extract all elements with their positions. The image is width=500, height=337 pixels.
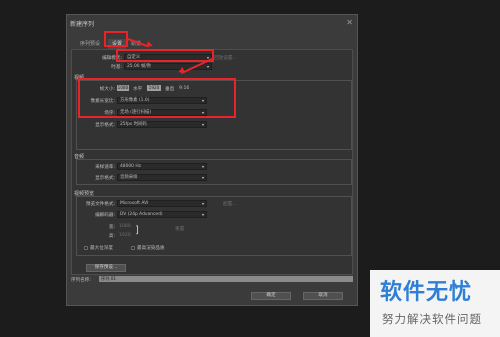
highlight-video-settings — [78, 78, 236, 118]
playback-settings-button[interactable]: 回放设置... — [214, 55, 237, 61]
sequence-name-value: 序列 01 — [101, 276, 117, 281]
ok-button[interactable]: 确定 — [251, 292, 291, 300]
chevron-down-icon: ▾ — [201, 122, 204, 127]
preview-group: 预览文件格式: Microsoft AVI ▾ 配置... 编解码器: DV (… — [76, 196, 352, 256]
dialog-titlebar: 新建序列 ✕ — [67, 15, 357, 31]
reset-button[interactable]: 重置 — [175, 226, 184, 232]
chevron-down-icon: ▾ — [201, 201, 204, 206]
watermark-sub-text: 努力解决软件问题 — [382, 312, 482, 326]
preview-file-format-dropdown[interactable]: Microsoft AVI ▾ — [117, 200, 207, 207]
preview-file-format-value: Microsoft AVI — [120, 201, 149, 206]
chevron-down-icon: ▾ — [201, 175, 204, 180]
preview-width-value: 1080 — [119, 224, 131, 229]
sample-rate-value: 48000 Hz — [120, 164, 141, 169]
preview-height-label: 高: — [108, 234, 115, 239]
video-display-format-label: 显示格式: — [95, 123, 115, 128]
timebase-label: 时基: — [111, 65, 122, 70]
video-display-format-value: 25fps 时间码 — [120, 122, 147, 127]
codec-label: 编解码器: — [95, 213, 115, 218]
audio-display-format-value: 音频采样 — [120, 175, 138, 180]
chevron-down-icon: ▾ — [201, 212, 204, 217]
cancel-button[interactable]: 取消 — [303, 292, 343, 300]
chevron-down-icon: ▾ — [201, 164, 204, 169]
max-bit-depth-checkbox[interactable] — [84, 246, 88, 250]
sample-rate-label: 采样速率: — [95, 165, 115, 170]
highlight-editing-mode — [116, 49, 214, 62]
tab-sequence-presets[interactable]: 序列预设 — [76, 39, 104, 49]
max-bit-depth-label: 最大位深度 — [90, 246, 113, 251]
preview-height-value: 1920 — [119, 233, 131, 238]
codec-dropdown[interactable]: DV (24p Advanced) ▾ — [117, 211, 207, 218]
preview-width-label: 宽: — [108, 225, 115, 230]
link-bracket-icon[interactable]: ] — [135, 225, 139, 236]
configure-button[interactable]: 配置... — [223, 201, 237, 207]
sequence-name-input[interactable]: 序列 01 — [99, 276, 353, 282]
audio-display-format-dropdown[interactable]: 音频采样 ▾ — [117, 174, 207, 181]
dialog-title: 新建序列 — [70, 21, 95, 28]
timebase-value: 25.00 帧/秒 — [127, 64, 152, 69]
chevron-down-icon: ▾ — [206, 64, 209, 69]
save-preset-button[interactable]: 保存预设... — [86, 264, 126, 272]
max-render-quality-checkbox[interactable] — [131, 246, 135, 250]
preview-file-format-label: 预览文件格式: — [85, 202, 115, 207]
highlight-settings-tab — [104, 31, 128, 47]
watermark-main-text: 软件无忧 — [380, 280, 473, 305]
sequence-name-label: 序列名称: — [71, 278, 91, 283]
sample-rate-dropdown[interactable]: 48000 Hz ▾ — [117, 163, 207, 170]
max-render-quality-label: 最高渲染品质 — [137, 246, 165, 251]
audio-group: 采样速率: 48000 Hz ▾ 显示格式: 音频采样 ▾ — [76, 159, 352, 185]
audio-display-format-label: 显示格式: — [95, 176, 115, 181]
codec-value: DV (24p Advanced) — [120, 212, 163, 217]
close-icon[interactable]: ✕ — [346, 18, 353, 27]
video-display-format-dropdown[interactable]: 25fps 时间码 ▾ — [117, 121, 207, 128]
watermark-logo: 软件无忧 努力解决软件问题 — [370, 270, 500, 337]
